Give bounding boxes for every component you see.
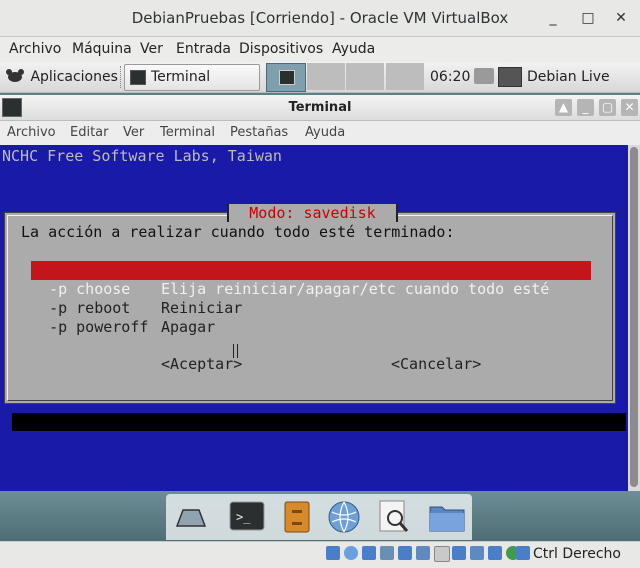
menu-entrada[interactable]: Entrada — [176, 37, 231, 62]
network-icon[interactable] — [474, 68, 494, 84]
banner-text: NCHC Free Software Labs, Taiwan — [2, 147, 282, 165]
dialog-title: Modo: savedisk — [227, 204, 398, 222]
file-cabinet-icon[interactable] — [277, 498, 317, 536]
workspace-2[interactable] — [307, 63, 345, 90]
option-reboot[interactable]: -p reboot Reiniciar — [31, 280, 591, 317]
show-desktop-icon[interactable] — [171, 498, 211, 536]
term-menu-ver[interactable]: Ver — [123, 121, 144, 145]
term-menu-ayuda[interactable]: Ayuda — [305, 121, 345, 145]
search-files-icon[interactable] — [374, 498, 414, 536]
term-menu-terminal[interactable]: Terminal — [160, 121, 215, 145]
maximize-button[interactable]: □ — [578, 8, 598, 28]
option-desc: Apagar — [161, 318, 216, 336]
workspace-1[interactable] — [266, 63, 306, 92]
clock[interactable]: 06:20 — [430, 62, 470, 92]
option-poweroff[interactable]: -p poweroff Apagar — [31, 299, 591, 336]
cancel-button[interactable]: <Cancelar> — [391, 355, 481, 373]
display-icon[interactable] — [498, 67, 522, 87]
terminal-minimize-icon[interactable]: _ — [577, 99, 594, 116]
text-cursor-icon — [233, 344, 238, 358]
display-status-icon[interactable] — [452, 546, 466, 560]
user-menu[interactable]: Debian Live user — [527, 62, 640, 115]
host-key-label: Ctrl Derecho — [533, 546, 621, 562]
workspace-4[interactable] — [386, 63, 424, 90]
applications-menu[interactable]: Aplicaciones — [4, 62, 118, 92]
mouse-integration-icon[interactable] — [516, 546, 530, 560]
dialog-prompt: La acción a realizar cuando todo esté te… — [21, 223, 455, 241]
panel-separator — [120, 66, 123, 88]
terminal-close-icon[interactable]: ✕ — [621, 99, 638, 116]
option-choose[interactable]: -p choose Elija reiniciar/apagar/etc cua… — [31, 261, 591, 298]
menu-ver[interactable]: Ver — [140, 37, 163, 62]
accept-button[interactable]: <Aceptar> — [161, 355, 242, 373]
optical-drive-icon[interactable] — [344, 546, 358, 560]
cpu-icon[interactable] — [488, 546, 502, 560]
term-menu-pestanas[interactable]: Pestañas — [230, 121, 288, 145]
applications-label: Aplicaciones — [30, 69, 118, 85]
mouse-logo-icon — [6, 69, 24, 82]
web-browser-icon[interactable] — [324, 498, 364, 536]
terminal-small-icon — [130, 70, 146, 85]
hdd-status-icon[interactable] — [326, 546, 340, 560]
terminal-icon[interactable]: >_ — [227, 498, 267, 536]
dialog-shadow — [12, 413, 626, 431]
menu-archivo[interactable]: Archivo — [9, 37, 61, 62]
menu-ayuda[interactable]: Ayuda — [332, 37, 375, 62]
clipboard-icon[interactable] — [434, 546, 450, 562]
menu-dispositivos[interactable]: Dispositivos — [239, 37, 323, 62]
terminal-up-icon[interactable]: ▲ — [555, 99, 572, 116]
audio-icon[interactable] — [362, 546, 376, 560]
taskbar-terminal-label: Terminal — [151, 69, 211, 85]
taskbar-terminal[interactable]: Terminal — [124, 64, 260, 91]
workspace-window-icon — [279, 70, 295, 85]
term-menu-editar[interactable]: Editar — [70, 121, 109, 145]
terminal-maximize-icon[interactable]: ▢ — [599, 99, 616, 116]
network-adapter-icon[interactable] — [380, 546, 394, 560]
minimize-button[interactable]: _ — [543, 8, 563, 28]
term-menu-archivo[interactable]: Archivo — [7, 121, 56, 145]
scrollbar-thumb[interactable] — [630, 147, 638, 487]
recording-icon[interactable] — [470, 546, 484, 560]
svg-text:>_: >_ — [236, 510, 251, 524]
workspace-3[interactable] — [346, 63, 384, 90]
terminal-title: Terminal — [288, 100, 352, 115]
close-button[interactable]: ✕ — [611, 8, 631, 28]
shared-folders-icon[interactable] — [416, 546, 430, 560]
option-flag: -p poweroff — [49, 318, 149, 336]
menu-maquina[interactable]: Máquina — [72, 37, 132, 62]
usb-icon[interactable] — [398, 546, 412, 560]
folder-icon[interactable] — [427, 498, 467, 536]
